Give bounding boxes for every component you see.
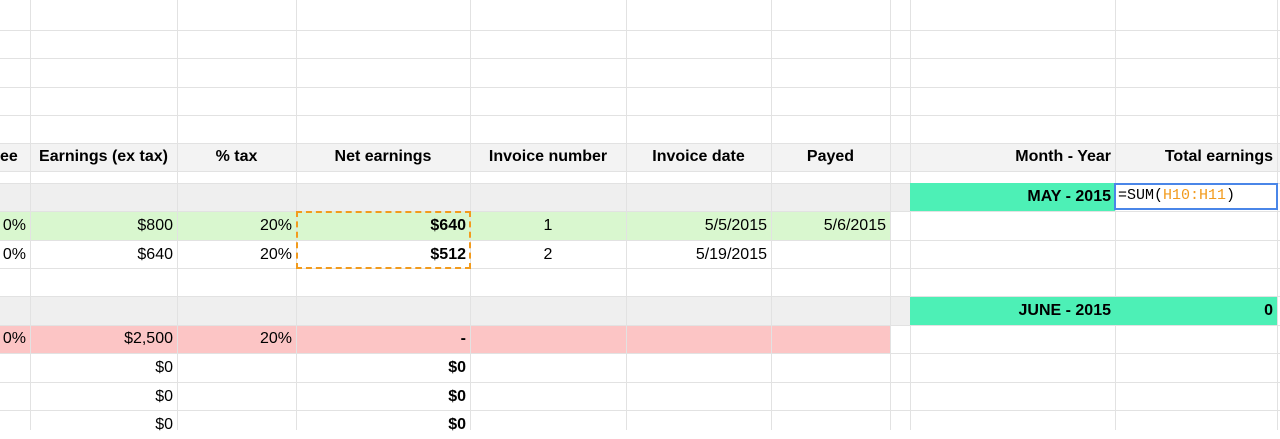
header-month-year[interactable]: Month - Year: [910, 143, 1115, 171]
row1-invoice-date[interactable]: 5/5/2015: [626, 212, 771, 240]
section-row-may-band: [0, 183, 910, 211]
formula-suffix: ): [1226, 187, 1236, 204]
header-earnings[interactable]: Earnings (ex tax): [30, 143, 177, 171]
header-invoice-date[interactable]: Invoice date: [626, 143, 771, 171]
row3-fee[interactable]: 0%: [0, 325, 30, 353]
total-cell-june[interactable]: 0: [1115, 297, 1277, 325]
row2-invoice-number[interactable]: 2: [470, 241, 626, 269]
row3-earnings[interactable]: $2,500: [30, 325, 177, 353]
header-fee[interactable]: ee: [0, 143, 30, 171]
row5-earnings[interactable]: $0: [30, 383, 177, 411]
header-payed[interactable]: Payed: [771, 143, 890, 171]
row6-net-earnings[interactable]: $0: [296, 411, 470, 439]
row6-earnings[interactable]: $0: [30, 411, 177, 439]
row2-fee[interactable]: 0%: [0, 241, 30, 269]
row3-tax[interactable]: 20%: [177, 325, 296, 353]
row1-payed[interactable]: 5/6/2015: [771, 212, 890, 240]
formula-prefix: =SUM(: [1118, 187, 1164, 204]
row2-invoice-date[interactable]: 5/19/2015: [626, 241, 771, 269]
header-total-earnings[interactable]: Total earnings: [1115, 143, 1277, 171]
row4-net-earnings[interactable]: $0: [296, 354, 470, 382]
formula-cell-editor[interactable]: =SUM(H10:H11): [1114, 183, 1278, 210]
header-net-earnings[interactable]: Net earnings: [296, 143, 470, 171]
row1-fee[interactable]: 0%: [0, 212, 30, 240]
row4-earnings[interactable]: $0: [30, 354, 177, 382]
header-invoice-number[interactable]: Invoice number: [470, 143, 626, 171]
month-cell-may[interactable]: MAY - 2015: [910, 183, 1115, 211]
row2-earnings[interactable]: $640: [30, 241, 177, 269]
row3-net-earnings[interactable]: -: [296, 325, 470, 353]
row1-invoice-number[interactable]: 1: [470, 212, 626, 240]
month-cell-june[interactable]: JUNE - 2015: [910, 297, 1115, 325]
header-tax[interactable]: % tax: [177, 143, 296, 171]
row5-net-earnings[interactable]: $0: [296, 383, 470, 411]
row1-tax[interactable]: 20%: [177, 212, 296, 240]
formula-range-reference: H10:H11: [1163, 187, 1227, 204]
section-row-june-band: [0, 297, 910, 325]
row2-tax[interactable]: 20%: [177, 241, 296, 269]
row1-earnings[interactable]: $800: [30, 212, 177, 240]
copy-selection-range: [296, 211, 471, 269]
